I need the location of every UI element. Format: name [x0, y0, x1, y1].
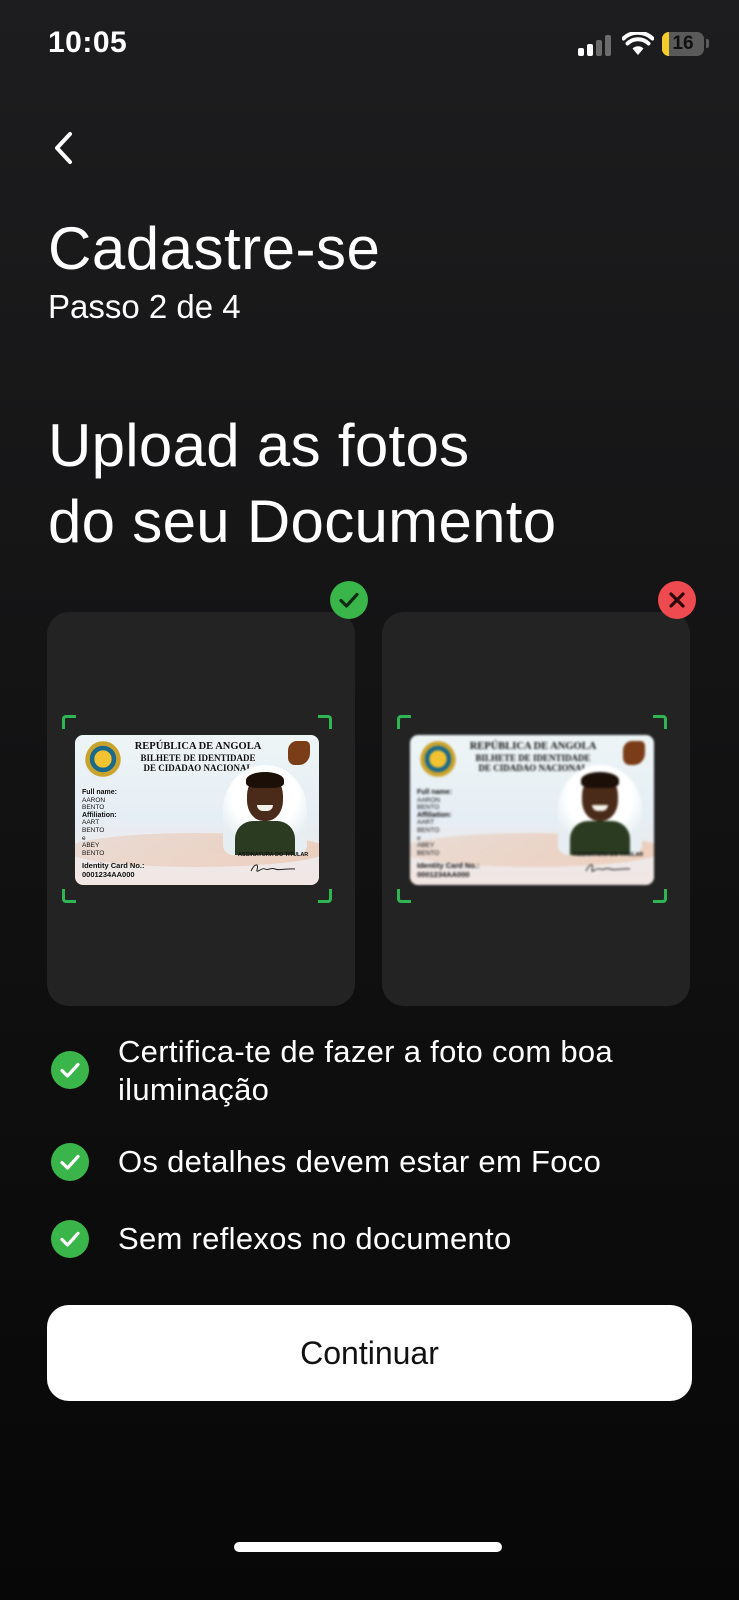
id-card-full-name-label: Full name:: [417, 789, 453, 796]
id-card-aff-3: e: [417, 834, 421, 842]
id-card-aff-3: e: [82, 834, 86, 842]
signature-caption: ASSINATURA DO TITULAR: [238, 852, 309, 858]
guideline-text-line-1: Certifica-te de fazer a foto com boa: [118, 1034, 613, 1069]
id-card-aff-4: ABEY: [417, 842, 435, 850]
id-card-name-1: AARON: [82, 796, 106, 804]
continue-button[interactable]: Continuar: [47, 1305, 692, 1401]
id-card-number-label: Identity Card No.:: [417, 861, 480, 870]
status-time: 10:05: [48, 26, 128, 59]
section-heading: Upload as fotos do seu Documento: [48, 408, 556, 560]
angola-map-icon: [623, 741, 645, 765]
id-card-affiliation-label: Affiliation:: [82, 811, 117, 819]
photo-accepted-badge: [330, 581, 368, 619]
id-card-affiliation-label: Affiliation:: [417, 811, 452, 819]
id-card-doc-line-1: BILHETE DE IDENTIDADE: [475, 753, 591, 763]
signature-icon: [250, 864, 296, 872]
coat-of-arms-icon: [85, 741, 121, 781]
guideline-text-line-2: iluminação: [118, 1072, 270, 1107]
id-card-number-label: Identity Card No.:: [82, 861, 145, 870]
id-card-aff-2: BENTO: [82, 826, 105, 834]
battery-tip: [706, 39, 709, 48]
id-card-republic: REPÚBLICA DE ANGOLA: [134, 741, 262, 752]
id-card-number-block: Identity Card No.: 0001234AA000: [82, 861, 145, 879]
photo-rejected-badge[interactable]: [658, 581, 696, 619]
cellular-signal-icon: [578, 34, 614, 56]
id-card-aff-1: AART: [82, 819, 100, 827]
id-card-image: REPÚBLICA DE ANGOLA BILHETE DE IDENTIDAD…: [75, 735, 319, 885]
scan-frame: REPÚBLICA DE ANGOLA BILHETE DE IDENTIDAD…: [397, 715, 667, 903]
wifi-icon: [622, 32, 654, 55]
angola-map-icon: [288, 741, 310, 765]
document-back-photo[interactable]: REPÚBLICA DE ANGOLA BILHETE DE IDENTIDAD…: [382, 612, 690, 1006]
id-card-name-2: BENTO: [417, 804, 440, 812]
id-card-aff-1: AART: [417, 819, 435, 827]
id-card-name-2: BENTO: [82, 804, 105, 812]
chevron-left-icon: [55, 132, 72, 164]
id-card-fields: Full name: AARON BENTO Affiliation: AART…: [82, 789, 182, 857]
id-card-image-blurred: REPÚBLICA DE ANGOLA BILHETE DE IDENTIDAD…: [410, 735, 654, 885]
guideline-text: Certifica-te de fazer a foto com boa ilu…: [118, 1033, 678, 1109]
page-title: Cadastre-se: [48, 215, 381, 282]
id-card-number-block: Identity Card No.: 0001234AA000: [417, 861, 480, 879]
check-circle-icon: [51, 1143, 89, 1181]
check-circle-icon: [51, 1220, 89, 1258]
id-card-aff-4: ABEY: [82, 842, 100, 850]
section-heading-line-2: do seu Documento: [48, 488, 557, 555]
id-card-aff-2: BENTO: [417, 826, 440, 834]
close-icon: [669, 592, 685, 608]
guideline-text: Os detalhes devem estar em Foco: [118, 1144, 602, 1179]
id-card-number: 0001234AA000: [82, 870, 135, 879]
signature-caption: ASSINATURA DO TITULAR: [573, 852, 644, 858]
id-card-full-name-label: Full name:: [82, 789, 118, 796]
battery-level: 16: [672, 33, 694, 54]
check-icon: [339, 592, 359, 608]
step-indicator: Passo 2 de 4: [48, 288, 241, 325]
home-indicator[interactable]: [234, 1542, 502, 1552]
document-front-photo[interactable]: REPÚBLICA DE ANGOLA BILHETE DE IDENTIDAD…: [47, 612, 355, 1006]
id-card-aff-5: BENTO: [82, 849, 105, 857]
back-button[interactable]: [44, 126, 84, 170]
scan-frame: REPÚBLICA DE ANGOLA BILHETE DE IDENTIDAD…: [62, 715, 332, 903]
check-circle-icon: [51, 1051, 89, 1089]
id-card-number: 0001234AA000: [417, 870, 470, 879]
id-card-aff-5: BENTO: [417, 849, 440, 857]
id-card-fields: Full name: AARON BENTO Affiliation: AART…: [417, 789, 517, 857]
status-bar: 10:05 16: [0, 0, 739, 90]
id-card-doc-line-1: BILHETE DE IDENTIDADE: [140, 753, 256, 763]
battery-icon: 16: [662, 32, 704, 56]
signature-icon: [585, 864, 631, 872]
id-card-republic: REPÚBLICA DE ANGOLA: [469, 741, 597, 752]
coat-of-arms-icon: [420, 741, 456, 781]
guideline-text: Sem reflexos no documento: [118, 1221, 512, 1256]
id-card-name-1: AARON: [417, 796, 441, 804]
section-heading-line-1: Upload as fotos: [48, 412, 470, 479]
